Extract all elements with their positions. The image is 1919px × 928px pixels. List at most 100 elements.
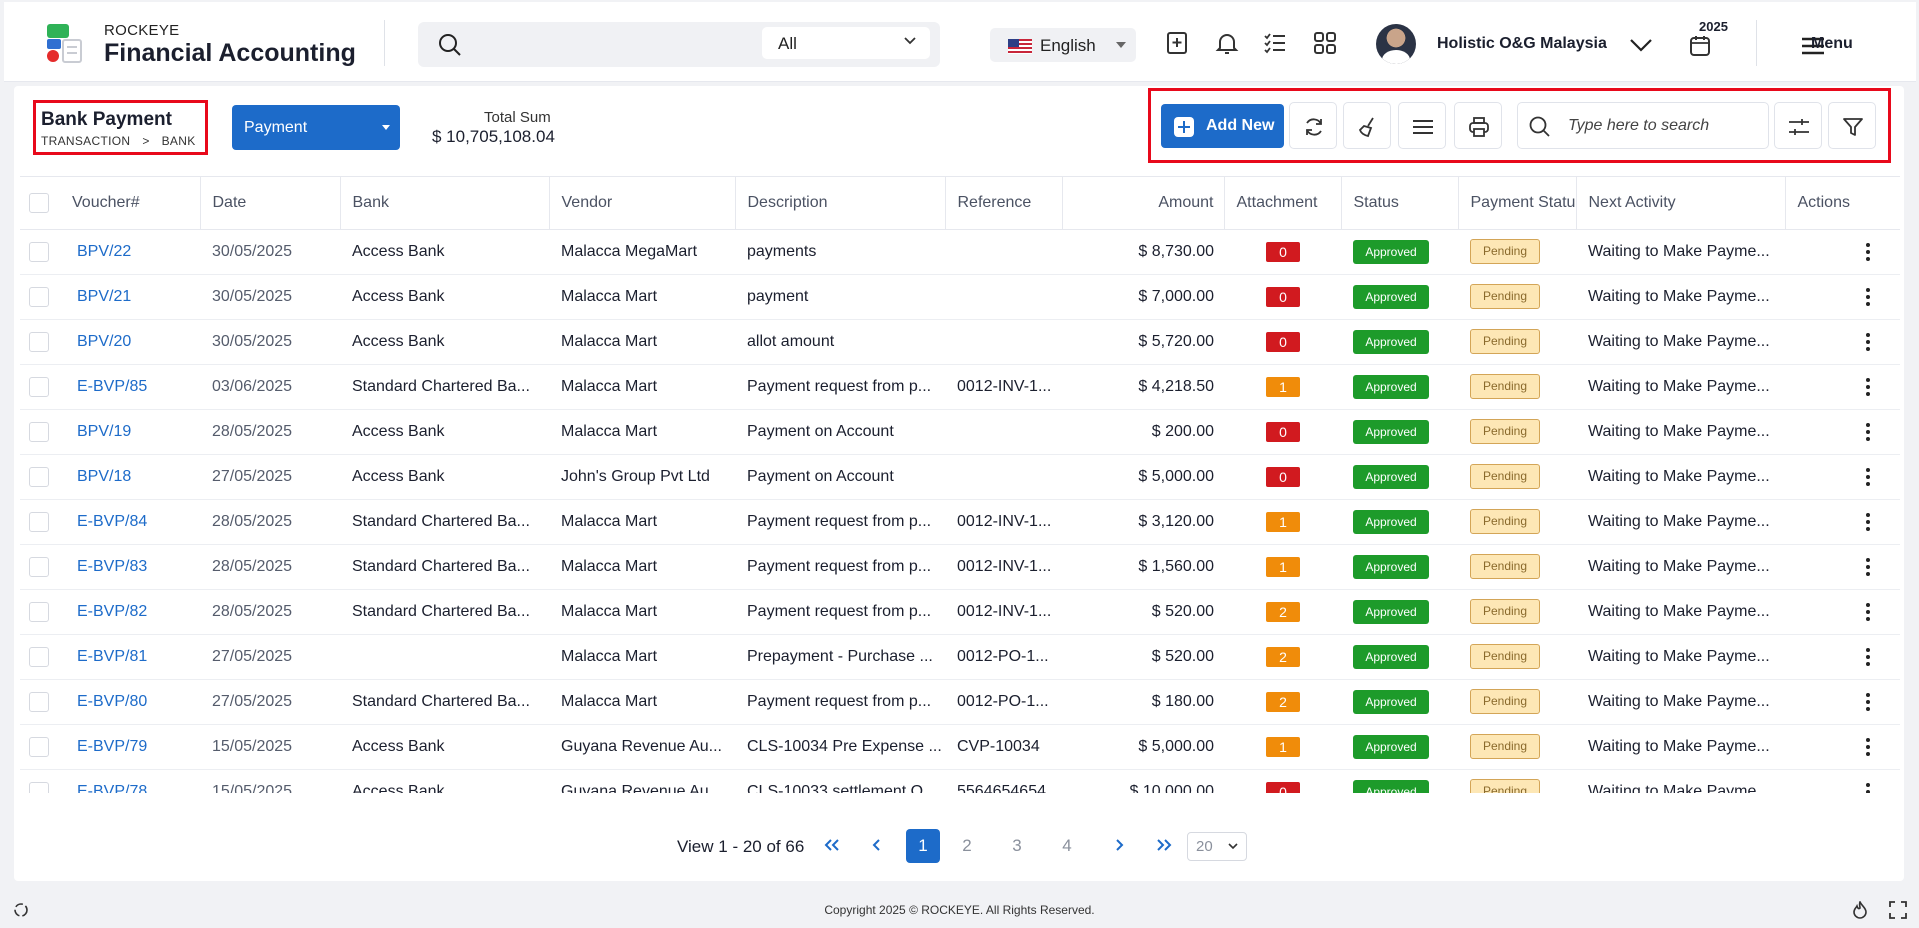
print-button[interactable] xyxy=(1454,102,1502,149)
more-options-icon[interactable] xyxy=(1865,602,1871,622)
column-header[interactable]: Amount xyxy=(1062,177,1225,230)
last-page-icon[interactable] xyxy=(1155,838,1173,852)
column-header[interactable]: Reference xyxy=(945,177,1063,230)
more-options-icon[interactable] xyxy=(1865,332,1871,352)
attachment-count-badge[interactable]: 0 xyxy=(1266,421,1300,442)
table-row[interactable]: E-BVP/85 03/06/2025 Standard Chartered Ba.… xyxy=(20,364,1900,410)
voucher-number[interactable]: BPV/21 xyxy=(77,288,131,305)
attachment-count-badge[interactable]: 1 xyxy=(1266,736,1300,757)
voucher-number[interactable]: E-BVP/78 xyxy=(77,783,147,794)
flame-icon[interactable] xyxy=(1852,901,1868,919)
row-checkbox[interactable] xyxy=(29,692,49,712)
more-options-icon[interactable] xyxy=(1865,377,1871,397)
table-row[interactable]: E-BVP/78 15/05/2025 Access Bank Guyana Reve… xyxy=(20,769,1900,793)
clear-button[interactable] xyxy=(1343,102,1391,149)
fullscreen-icon[interactable] xyxy=(1889,901,1907,919)
voucher-number[interactable]: BPV/20 xyxy=(77,333,131,350)
voucher-number[interactable]: E-BVP/79 xyxy=(77,738,147,755)
user-avatar[interactable] xyxy=(1376,24,1416,64)
more-options-icon[interactable] xyxy=(1865,242,1871,262)
table-row[interactable]: E-BVP/81 27/05/2025 Malacca Mart Prepayment… xyxy=(20,634,1900,680)
add-new-button[interactable]: Add New xyxy=(1161,104,1284,148)
table-row[interactable]: BPV/18 27/05/2025 Access Bank John's Group … xyxy=(20,454,1900,500)
attachment-count-badge[interactable]: 1 xyxy=(1266,556,1300,577)
filter-settings-button[interactable] xyxy=(1774,102,1822,149)
attachment-count-badge[interactable]: 2 xyxy=(1266,646,1300,667)
columns-button[interactable] xyxy=(1398,102,1446,149)
more-options-icon[interactable] xyxy=(1865,782,1871,793)
row-checkbox[interactable] xyxy=(29,242,49,262)
checklist-icon[interactable] xyxy=(1262,30,1288,56)
more-options-icon[interactable] xyxy=(1865,647,1871,667)
calendar-icon[interactable] xyxy=(1687,33,1713,59)
column-header[interactable]: Status xyxy=(1341,177,1459,230)
row-checkbox[interactable] xyxy=(29,332,49,352)
table-row[interactable]: E-BVP/84 28/05/2025 Standard Chartered Ba.… xyxy=(20,499,1900,545)
more-options-icon[interactable] xyxy=(1865,467,1871,487)
table-row[interactable]: E-BVP/83 28/05/2025 Standard Chartered Ba.… xyxy=(20,544,1900,590)
table-row[interactable]: E-BVP/80 27/05/2025 Standard Chartered Ba.… xyxy=(20,679,1900,725)
page-button[interactable]: 2 xyxy=(950,829,984,863)
more-options-icon[interactable] xyxy=(1865,287,1871,307)
more-options-icon[interactable] xyxy=(1865,512,1871,532)
column-header[interactable]: Vendor xyxy=(549,177,736,230)
voucher-number[interactable]: BPV/19 xyxy=(77,423,131,440)
row-checkbox[interactable] xyxy=(29,782,49,793)
column-header[interactable]: Attachment xyxy=(1224,177,1342,230)
column-header[interactable]: Bank xyxy=(340,177,550,230)
more-options-icon[interactable] xyxy=(1865,692,1871,712)
row-checkbox[interactable] xyxy=(29,557,49,577)
voucher-number[interactable]: BPV/22 xyxy=(77,243,131,260)
voucher-number[interactable]: BPV/18 xyxy=(77,468,131,485)
page-button[interactable]: 3 xyxy=(1000,829,1034,863)
column-header[interactable]: Payment Status xyxy=(1458,177,1577,230)
row-checkbox[interactable] xyxy=(29,287,49,307)
language-select[interactable]: English xyxy=(990,28,1136,62)
table-search-input[interactable] xyxy=(1568,113,1758,139)
table-row[interactable]: BPV/21 30/05/2025 Access Bank Malacca Mart p… xyxy=(20,274,1900,320)
apps-grid-icon[interactable] xyxy=(1312,30,1338,56)
menu-label[interactable]: Menu xyxy=(1811,35,1853,53)
table-row[interactable]: BPV/19 28/05/2025 Access Bank Malacca Mart P… xyxy=(20,409,1900,455)
row-checkbox[interactable] xyxy=(29,602,49,622)
row-checkbox[interactable] xyxy=(29,422,49,442)
page-size-select[interactable]: 20 xyxy=(1187,832,1247,861)
prev-page-icon[interactable] xyxy=(872,838,882,852)
payment-type-select[interactable]: Payment xyxy=(232,105,400,150)
row-checkbox[interactable] xyxy=(29,647,49,667)
table-row[interactable]: BPV/20 30/05/2025 Access Bank Malacca Mart a… xyxy=(20,319,1900,365)
attachment-count-badge[interactable]: 1 xyxy=(1266,376,1300,397)
first-page-icon[interactable] xyxy=(823,838,841,852)
column-header[interactable]: Next Activity xyxy=(1576,177,1786,230)
chevron-down-icon[interactable] xyxy=(1628,32,1654,58)
attachment-count-badge[interactable]: 0 xyxy=(1266,466,1300,487)
global-search[interactable]: All xyxy=(418,22,940,67)
voucher-number[interactable]: E-BVP/85 xyxy=(77,378,147,395)
table-row[interactable]: BPV/22 30/05/2025 Access Bank Malacca MegaM… xyxy=(20,229,1900,275)
table-row[interactable]: E-BVP/82 28/05/2025 Standard Chartered Ba.… xyxy=(20,589,1900,635)
page-button[interactable]: 4 xyxy=(1050,829,1084,863)
voucher-number[interactable]: E-BVP/80 xyxy=(77,693,147,710)
row-checkbox[interactable] xyxy=(29,512,49,532)
bookmark-add-icon[interactable] xyxy=(1164,30,1190,56)
more-options-icon[interactable] xyxy=(1865,422,1871,442)
bell-icon[interactable] xyxy=(1214,30,1240,56)
more-options-icon[interactable] xyxy=(1865,737,1871,757)
voucher-number[interactable]: E-BVP/83 xyxy=(77,558,147,575)
more-options-icon[interactable] xyxy=(1865,557,1871,577)
attachment-count-badge[interactable]: 1 xyxy=(1266,511,1300,532)
voucher-number[interactable]: E-BVP/82 xyxy=(77,603,147,620)
voucher-number[interactable]: E-BVP/84 xyxy=(77,513,147,530)
attachment-count-badge[interactable]: 2 xyxy=(1266,601,1300,622)
attachment-count-badge[interactable]: 0 xyxy=(1266,286,1300,307)
attachment-count-badge[interactable]: 0 xyxy=(1266,331,1300,352)
table-row[interactable]: E-BVP/79 15/05/2025 Access Bank Guyana Reve… xyxy=(20,724,1900,770)
attachment-count-badge[interactable]: 0 xyxy=(1266,781,1300,793)
column-header[interactable]: Date xyxy=(200,177,341,230)
row-checkbox[interactable] xyxy=(29,377,49,397)
next-page-icon[interactable] xyxy=(1114,838,1124,852)
company-name[interactable]: Holistic O&G Malaysia xyxy=(1437,35,1607,53)
page-button[interactable]: 1 xyxy=(906,829,940,863)
refresh-button[interactable] xyxy=(1289,102,1337,149)
select-all-checkbox[interactable] xyxy=(29,193,49,213)
